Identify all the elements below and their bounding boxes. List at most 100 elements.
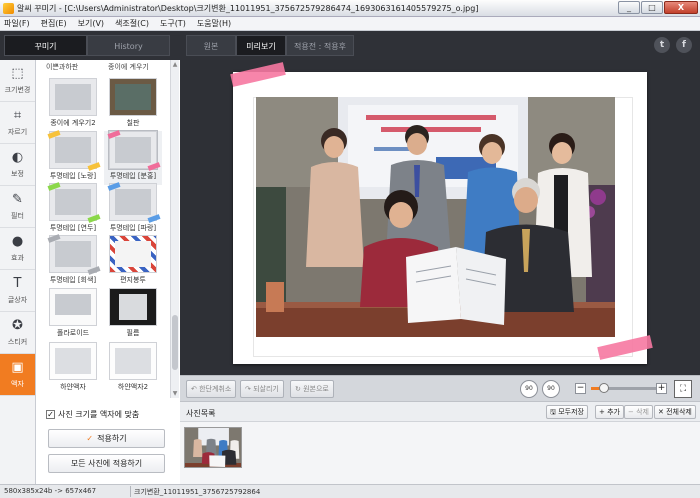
frame-option[interactable]: 종이에 계우기2	[44, 78, 102, 132]
frame-preview-photo	[119, 294, 147, 320]
twitter-icon[interactable]: t	[654, 37, 670, 53]
photo-list-thumbnail[interactable]	[184, 427, 242, 468]
sticker-icon: ✪	[12, 317, 23, 333]
frame-option-label: 투명테입 [분홍]	[109, 172, 157, 180]
frame-partial-row: 이쁜과하판 종이에 계우기	[36, 62, 170, 72]
fit-to-frame-option[interactable]: ✓ 사진 크기를 액자에 맞춤	[46, 409, 139, 420]
menu-tools[interactable]: 도구(T)	[160, 18, 186, 29]
frame-preview-photo	[115, 84, 151, 110]
tool-crop[interactable]: ⌗ 자르기	[0, 102, 35, 144]
undo-button[interactable]: ↶ 한단계취소	[186, 380, 237, 398]
frame-panel-scrollbar[interactable]: ▲ ▼	[170, 60, 179, 398]
rotate-left-icon[interactable]: 90	[520, 380, 538, 398]
tool-adjust[interactable]: ◐ 보정	[0, 144, 35, 186]
tool-resize[interactable]: ⬚ 크기변경	[0, 60, 35, 102]
frame-preview-photo	[55, 294, 91, 315]
top-tab-bar: 꾸미기 History 원본 미리보기 적용전 : 적용후 t f	[0, 31, 700, 60]
canvas-toolbar: ↶ 한단계취소 ↷ 되살리기 ↻ 원본으로 90 90 − + ⛶	[180, 375, 700, 401]
tape-strip	[87, 214, 101, 223]
preview-canvas	[180, 60, 700, 375]
frame-option[interactable]: 하얀액자2	[104, 342, 162, 396]
save-all-label: 모두저장	[558, 408, 584, 416]
rotate-right-icon[interactable]: 90	[542, 380, 560, 398]
tool-text[interactable]: T 글상자	[0, 270, 35, 312]
frame-option[interactable]: 투명테입 [회색]	[44, 234, 102, 289]
save-all-button[interactable]: 🖫 모두저장	[546, 405, 588, 419]
frame-preview-image	[49, 288, 97, 326]
tool-label: 보정	[11, 169, 24, 178]
frame-option-label: 폴라로이드	[56, 329, 90, 337]
delete-all-button[interactable]: ✕ 전체삭제	[654, 405, 696, 419]
tool-sticker[interactable]: ✪ 스티커	[0, 312, 35, 354]
apply-button[interactable]: ✓ 적용하기	[48, 429, 165, 448]
frame-preview-image	[49, 342, 97, 380]
window-title: 알씨 꾸미기 - [C:\Users\Administrator\Desktop…	[17, 3, 479, 13]
zoom-out-button[interactable]: −	[575, 383, 586, 394]
frame-preview-image	[47, 234, 101, 275]
frame-label: 종이에 계우기	[108, 63, 149, 71]
tab-before-after[interactable]: 적용전 : 적용후	[286, 35, 354, 56]
scrollbar-thumb[interactable]	[172, 315, 178, 370]
zoom-in-button[interactable]: +	[656, 383, 667, 394]
close-button[interactable]: X	[664, 1, 698, 14]
tab-original[interactable]: 원본	[186, 35, 236, 56]
menu-bar: 파일(F) 편집(E) 보기(V) 색조절(C) 도구(T) 도움말(H)	[0, 17, 700, 31]
frame-option-label: 편지봉투	[120, 276, 146, 284]
view-tabs: 원본 미리보기 적용전 : 적용후	[186, 35, 354, 56]
frame-option[interactable]: 폴라로이드	[44, 288, 102, 342]
tool-effect[interactable]: ● 효과	[0, 228, 35, 270]
zoom-slider-knob[interactable]	[599, 383, 610, 393]
social-links: t f	[654, 37, 692, 53]
frame-panel: 이쁜과하판 종이에 계우기 종이에 계우기2 칠판 투명테입 [노랑] 투명테입 [분…	[36, 60, 180, 484]
tool-frame[interactable]: ▣ 액자	[0, 354, 35, 396]
photo-list-panel: 사진목록 🖫 모두저장 + 추가 − 삭제 ✕ 전체삭제	[180, 401, 700, 484]
frame-option[interactable]: 편지봉투	[104, 235, 162, 289]
fit-to-screen-icon[interactable]: ⛶	[674, 380, 692, 398]
frame-option[interactable]: 칠판	[104, 78, 162, 132]
title-bar: 알씨 꾸미기 - [C:\Users\Administrator\Desktop…	[0, 0, 700, 17]
tab-history[interactable]: History	[87, 35, 170, 56]
tool-label: 스티커	[7, 337, 28, 346]
scroll-up-icon[interactable]: ▲	[172, 61, 178, 68]
menu-edit[interactable]: 편집(E)	[41, 18, 67, 29]
frame-option[interactable]: 하얀액자	[44, 342, 102, 396]
tape-strip	[87, 162, 101, 171]
redo-button[interactable]: ↷ 되살리기	[240, 380, 284, 398]
delete-photo-button[interactable]: − 삭제	[624, 405, 653, 419]
frame-option[interactable]: 투명테입 [노랑]	[44, 130, 102, 185]
frame-preview-image	[107, 182, 161, 223]
frame-option-label: 종이에 계우기2	[50, 119, 96, 127]
tool-label: 크기변경	[4, 85, 31, 94]
frame-option[interactable]: 투명테입 [분홍]	[104, 130, 162, 185]
apply-all-button[interactable]: 모든 사진에 적용하기	[48, 454, 165, 473]
menu-view[interactable]: 보기(V)	[78, 18, 104, 29]
frame-option[interactable]: 필름	[104, 288, 162, 342]
framed-photo[interactable]	[233, 72, 647, 364]
tool-filter[interactable]: ✎ 필터	[0, 186, 35, 228]
maximize-button[interactable]: □	[641, 1, 663, 14]
tape-strip	[147, 162, 161, 171]
add-photo-button[interactable]: + 추가	[595, 405, 624, 419]
tool-label: 글상자	[7, 295, 28, 304]
menu-color[interactable]: 색조절(C)	[115, 18, 149, 29]
tab-decorate[interactable]: 꾸미기	[4, 35, 87, 56]
menu-file[interactable]: 파일(F)	[4, 18, 30, 29]
app-window: 알씨 꾸미기 - [C:\Users\Administrator\Desktop…	[0, 0, 700, 498]
reset-to-original-button[interactable]: ↻ 원본으로	[290, 380, 334, 398]
scroll-down-icon[interactable]: ▼	[172, 390, 178, 397]
tab-preview[interactable]: 미리보기	[236, 35, 286, 56]
frame-preview-image	[109, 342, 157, 380]
facebook-icon[interactable]: f	[676, 37, 692, 53]
save-icon: 🖫	[550, 408, 556, 416]
frame-preview-image	[109, 78, 157, 116]
frame-thumbnail-grid: 이쁜과하판 종이에 계우기 종이에 계우기2 칠판 투명테입 [노랑] 투명테입 [분…	[36, 60, 170, 398]
frame-preview-photo	[55, 348, 91, 374]
frame-option[interactable]: 투명테입 [연두]	[44, 182, 102, 237]
resize-icon: ⬚	[11, 65, 24, 81]
tool-label: 자르기	[7, 127, 28, 136]
frame-preview-photo	[55, 84, 91, 110]
minimize-button[interactable]: _	[618, 1, 640, 14]
menu-help[interactable]: 도움말(H)	[197, 18, 231, 29]
frame-option[interactable]: 투명테입 [파랑]	[104, 182, 162, 237]
fit-to-frame-checkbox[interactable]: ✓	[46, 410, 55, 419]
